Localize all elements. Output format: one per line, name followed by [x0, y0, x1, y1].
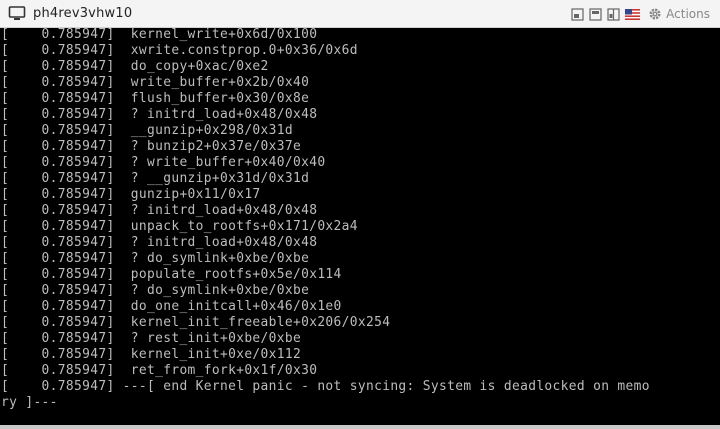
- console-line: [ 0.785947] kernel_init_freeable+0x206/0…: [1, 315, 391, 330]
- console-line: [ 0.785947] ? do_symlink+0xbe/0xbe: [1, 283, 310, 298]
- console-line: [ 0.785947] __gunzip+0x298/0x31d: [1, 123, 293, 138]
- console-line: [ 0.785947] ret_from_fork+0x1f/0x30: [1, 363, 318, 378]
- console-line: [ 0.785947] ? __gunzip+0x31d/0x31d: [1, 171, 310, 186]
- console-line: [ 0.785947] flush_buffer+0x30/0x8e: [1, 91, 310, 106]
- toolbar: Actions: [570, 0, 710, 28]
- gear-icon: [648, 7, 662, 21]
- console-window: ph4rev3vhw10 Actions [0.785947] kernel_…: [0, 0, 720, 429]
- us-flag-icon[interactable]: [624, 7, 640, 21]
- console-line: [ 0.785947] kernel_init+0xe/0x112: [1, 347, 302, 362]
- bottom-border: [0, 425, 720, 429]
- console-line: [ 0.785947] ? initrd_load+0x48/0x48: [1, 107, 318, 122]
- console-line: [ 0.785947] ? do_symlink+0xbe/0xbe: [1, 251, 310, 266]
- console-line: [ 0.785947] do_copy+0xac/0xe2: [1, 59, 269, 74]
- fit-window-icon[interactable]: [570, 7, 584, 21]
- console-line: [ 0.785947] ? initrd_load+0x48/0x48: [1, 235, 318, 250]
- console-line: [ 0.785947] ? initrd_load+0x48/0x48: [1, 203, 318, 218]
- console-line: [ 0.785947] ? write_buffer+0x40/0x40: [1, 155, 326, 170]
- title-bar: ph4rev3vhw10 Actions: [0, 0, 720, 28]
- split-window-icon[interactable]: [606, 7, 620, 21]
- console-line: [ 0.785947] ? rest_init+0xbe/0xbe: [1, 331, 302, 346]
- window-title: ph4rev3vhw10: [33, 6, 133, 21]
- console-line: [ 0.785947] gunzip+0x11/0x17: [1, 187, 261, 202]
- console-line: ry ]---: [1, 395, 58, 410]
- console-line: [ 0.785947] ---[ end Kernel panic - not …: [1, 379, 650, 394]
- console-line: [ 0.785947] unpack_to_rootfs+0x171/0x2a4: [1, 219, 358, 234]
- single-window-icon[interactable]: [588, 7, 602, 21]
- console-output[interactable]: [ 0.785947] kernel_write+0x6d/0x100[ 0.7…: [0, 28, 720, 429]
- console-line: [ 0.785947] populate_rootfs+0x5e/0x114: [1, 267, 342, 282]
- monitor-icon: [8, 6, 26, 22]
- console-line: [ 0.785947] xwrite.constprop.0+0x36/0x6d: [1, 43, 358, 58]
- console-line: [ 0.785947] kernel_write+0x6d/0x100: [1, 28, 318, 42]
- actions-label: Actions: [666, 7, 710, 21]
- console-line: [ 0.785947] ? bunzip2+0x37e/0x37e: [1, 139, 302, 154]
- actions-menu[interactable]: Actions: [648, 7, 710, 21]
- console-line: [ 0.785947] do_one_initcall+0x46/0x1e0: [1, 299, 342, 314]
- console-line: [ 0.785947] write_buffer+0x2b/0x40: [1, 75, 310, 90]
